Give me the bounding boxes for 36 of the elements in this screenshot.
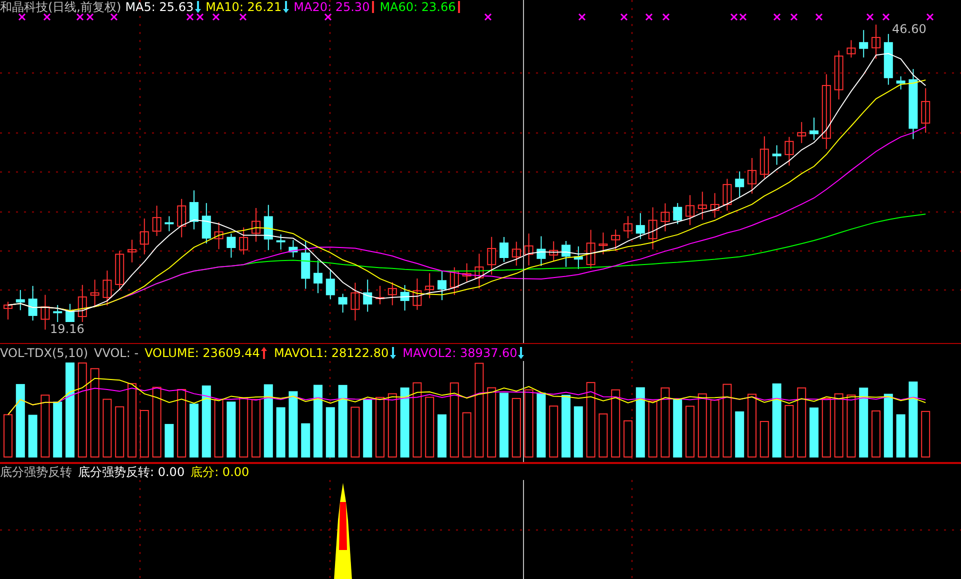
volume-value-label: MAVOL2: 38937.60 xyxy=(402,346,518,360)
low-price-label: 19.16 xyxy=(50,322,84,336)
chart-title: 和晶科技(日线,前复权) xyxy=(0,0,122,14)
cross-marker-icon xyxy=(86,13,94,21)
cross-marker-icon xyxy=(43,13,51,21)
high-price-label: 46.60 xyxy=(892,22,926,36)
signal-value-label: 底分: 0.00 xyxy=(190,465,250,479)
cross-marker-icon xyxy=(76,13,84,21)
cross-marker-icon xyxy=(926,13,934,21)
indicator-name: VOL-TDX(5,10) xyxy=(0,346,88,360)
cross-marker-icon xyxy=(239,13,247,21)
cross-marker-icon xyxy=(662,13,670,21)
cross-marker-icon xyxy=(196,13,204,21)
cross-marker-icon xyxy=(484,13,492,21)
ma-value-label: MA20: 25.30 xyxy=(294,0,370,14)
signal-indicator-name: 底分强势反转 xyxy=(0,465,72,479)
cross-marker-icon xyxy=(866,13,874,21)
cross-marker-icon xyxy=(815,13,823,21)
ma-value-label: MA5: 25.63 xyxy=(125,0,194,14)
cross-marker-icon xyxy=(790,13,798,21)
cross-marker-icon xyxy=(578,13,586,21)
cross-marker-icon xyxy=(620,13,628,21)
volume-value-label: VOLUME: 23609.44 xyxy=(144,346,260,360)
volume-value-label: MAVOL1: 28122.80 xyxy=(274,346,389,360)
ma-value-label: MA60: 23.66 xyxy=(380,0,456,14)
cross-marker-icon xyxy=(645,13,653,21)
ma-value-label: MA10: 26.21 xyxy=(206,0,282,14)
cross-marker-icon xyxy=(186,13,194,21)
vvol-label: VVOL: - xyxy=(94,346,139,360)
cross-marker-icon xyxy=(882,13,890,21)
cross-marker-icon xyxy=(18,13,26,21)
cross-marker-icon xyxy=(212,13,220,21)
signal-value-label: 底分强势反转: 0.00 xyxy=(78,465,185,479)
cross-marker-icon xyxy=(324,13,332,21)
cross-marker-icon xyxy=(110,13,118,21)
cross-marker-icon xyxy=(773,13,781,21)
